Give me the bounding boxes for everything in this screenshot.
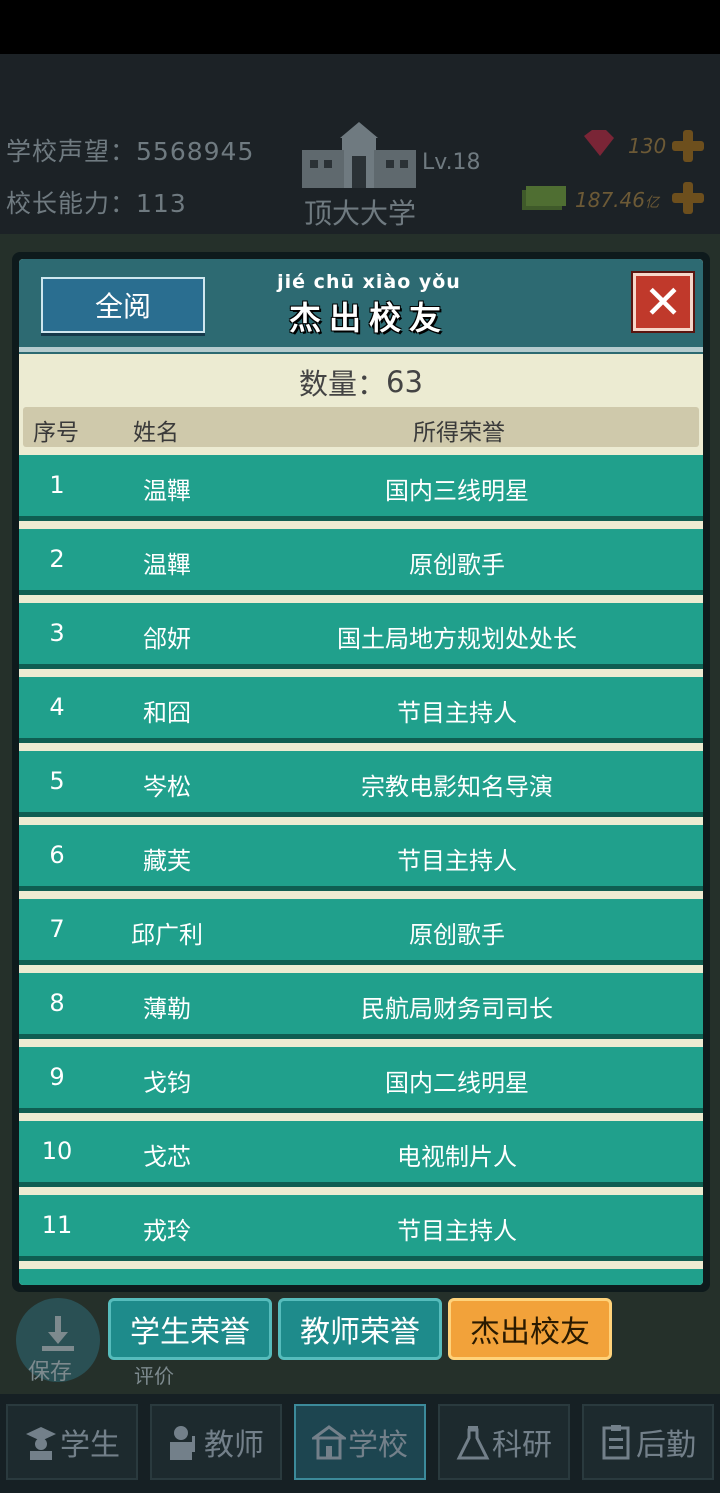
column-honor: 所得荣誉 [413,420,505,446]
bottom-nav: 学生 教师 学校 科研 后勤 [0,1394,720,1493]
alumni-modal: 全阅 jié chū xiào yǒu 杰出校友 ✕ 数量： 63 序号 姓名 所… [12,252,710,1292]
nav-students[interactable]: 学生 [6,1404,138,1480]
title-pinyin: jié chū xiào yǒu [277,271,461,293]
teacher-icon [170,1426,195,1460]
modal-header: 全阅 jié chū xiào yǒu 杰出校友 ✕ [19,259,703,354]
status-bar [0,0,720,54]
reputation: 学校声望：5568945 [6,137,255,166]
money-count: 187.46亿 [575,188,659,212]
school-icon [312,1425,346,1460]
download-icon [42,1316,74,1351]
tab-student-honors[interactable]: 学生荣誉 [108,1298,272,1360]
nav-teachers[interactable]: 教师 [150,1404,282,1480]
view-all-button[interactable]: 全阅 [41,277,205,333]
close-button[interactable]: ✕ [633,273,693,331]
add-gems-button[interactable] [672,130,704,162]
gem-icon [584,130,614,156]
school-level: Lv.18 [422,150,481,175]
honor-tabs: 学生荣誉 教师荣誉 杰出校友 [108,1298,613,1362]
tab-teacher-honors[interactable]: 教师荣誉 [278,1298,442,1360]
table-row: 5 岑松 宗教电影知名导演 [19,751,703,817]
money-icon [522,186,566,210]
column-name: 姓名 [133,420,179,446]
table-row: 8 薄勒 民航局财务司司长 [19,973,703,1039]
flask-icon [456,1426,490,1460]
nav-research[interactable]: 科研 [438,1404,570,1480]
clipboard-icon [602,1425,630,1460]
add-money-button[interactable] [672,182,704,214]
table-row-partial [19,1269,703,1285]
school-building-icon [302,122,416,188]
column-no: 序号 [33,420,79,446]
table-row: 10 戈芯 电视制片人 [19,1121,703,1187]
close-icon: ✕ [643,275,683,329]
header-divider [19,347,703,352]
table-row: 6 藏芙 节目主持人 [19,825,703,891]
table-row: 4 和囧 节目主持人 [19,677,703,743]
table-row: 1 温鞸 国内三线明星 [19,455,703,521]
game-header: 学校声望：5568945 校长能力：113 顶大大学 Lv.18 130 187… [0,54,720,234]
tab-distinguished-alumni[interactable]: 杰出校友 [448,1298,612,1360]
table-row: 9 戈钧 国内二线明星 [19,1047,703,1113]
student-icon [26,1427,56,1460]
table-row: 11 戎玲 节目主持人 [19,1195,703,1261]
alumni-count: 数量： 63 [299,365,423,401]
gem-count: 130 [628,134,667,158]
nav-school[interactable]: 学校 [294,1404,426,1480]
table-row: 2 温鞸 原创歌手 [19,529,703,595]
school-name: 顶大大学 [303,197,416,230]
modal-title: 杰出校友 [288,299,449,337]
table-row: 3 郃妍 国土局地方规划处处长 [19,603,703,669]
table-header: 序号 姓名 所得荣誉 [23,407,699,447]
eval-label: 评价 [134,1364,174,1388]
save-label: 保存 [28,1360,73,1385]
principal-ability: 校长能力：113 [6,189,187,218]
table-row: 7 邱广利 原创歌手 [19,899,703,965]
nav-logistics[interactable]: 后勤 [582,1404,714,1480]
